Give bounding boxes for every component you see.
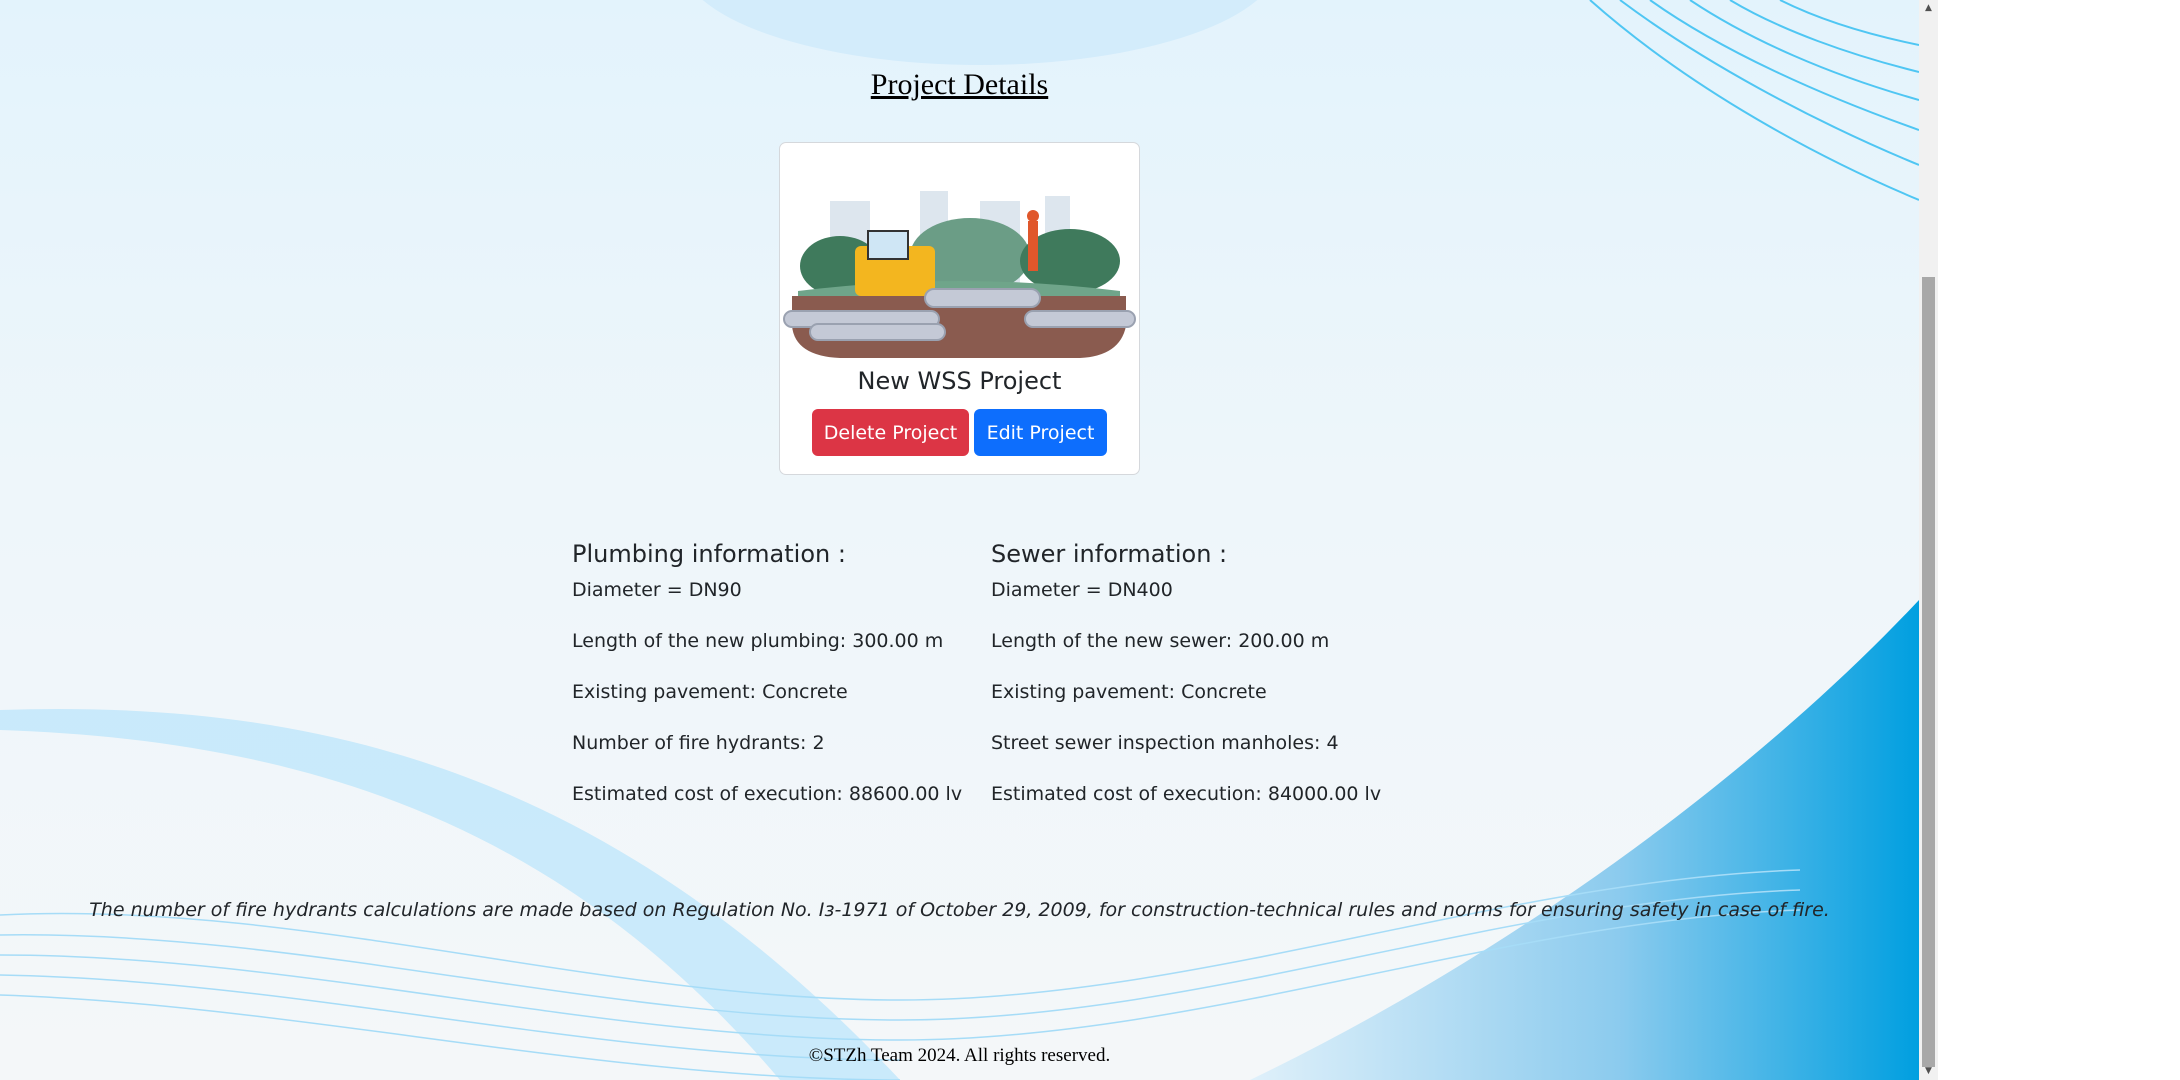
sewer-length: Length of the new sewer: 200.00 m: [991, 630, 1330, 652]
scroll-up-arrow-icon[interactable]: ▲: [1919, 0, 1938, 17]
regulation-note: The number of fire hydrants calculations…: [89, 899, 1830, 921]
scrollbar-thumb[interactable]: [1922, 277, 1935, 1067]
main-content: Project Details New WSS Project Delete P…: [0, 0, 1919, 1080]
delete-project-button[interactable]: Delete Project: [812, 409, 969, 456]
vertical-scrollbar[interactable]: ▲ ▼: [1919, 0, 1938, 1080]
scroll-down-arrow-icon[interactable]: ▼: [1919, 1063, 1938, 1080]
sewer-manholes: Street sewer inspection manholes: 4: [991, 732, 1339, 754]
plumbing-pavement: Existing pavement: Concrete: [572, 681, 848, 703]
sewer-diameter: Diameter = DN400: [991, 579, 1173, 601]
plumbing-fire-hydrants: Number of fire hydrants: 2: [572, 732, 825, 754]
sewer-info-section: Sewer information : Diameter = DN400 Len…: [991, 540, 1381, 835]
project-name: New WSS Project: [857, 367, 1062, 395]
page-title: Project Details: [870, 68, 1049, 101]
footer-copyright: ©STZh Team 2024. All rights reserved.: [808, 1045, 1111, 1066]
plumbing-length: Length of the new plumbing: 300.00 m: [572, 630, 944, 652]
plumbing-info-section: Plumbing information : Diameter = DN90 L…: [572, 540, 962, 835]
plumbing-cost: Estimated cost of execution: 88600.00 lv: [572, 783, 963, 805]
sewer-pavement: Existing pavement: Concrete: [991, 681, 1267, 703]
sewer-heading: Sewer information :: [991, 540, 1228, 568]
project-card: New WSS Project Delete Project Edit Proj…: [779, 142, 1140, 475]
project-image: [783, 191, 1136, 358]
edit-project-button[interactable]: Edit Project: [974, 409, 1107, 456]
sewer-cost: Estimated cost of execution: 84000.00 lv: [991, 783, 1382, 805]
plumbing-diameter: Diameter = DN90: [572, 579, 742, 601]
page-viewport: Project Details New WSS Project Delete P…: [0, 0, 1919, 1080]
plumbing-heading: Plumbing information :: [572, 540, 846, 568]
